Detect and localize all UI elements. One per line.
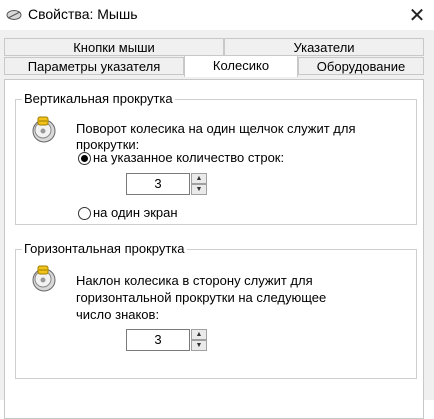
radio-one-screen[interactable] — [78, 207, 91, 220]
mouse-wheel-icon — [28, 263, 58, 296]
lines-count-stepper: ▲ ▼ — [191, 173, 207, 195]
tab-label: Колесико — [212, 58, 270, 73]
close-icon: ✕ — [408, 4, 426, 27]
tab-control: Кнопки мыши Указатели Параметры указател… — [0, 30, 434, 419]
tab-label: Указатели — [293, 40, 355, 55]
horizontal-scroll-group: Горизонтальная прокрутка Наклон колесика… — [15, 241, 417, 379]
window-title: Свойства: Мышь — [28, 6, 138, 22]
tab-hardware[interactable]: Оборудование — [298, 57, 424, 75]
horizontal-scroll-caption: Горизонтальная прокрутка — [22, 241, 187, 257]
arrow-down-icon: ▼ — [195, 342, 203, 349]
tab-label: Оборудование — [316, 59, 406, 74]
option-screen-label[interactable]: на один экран — [93, 205, 178, 221]
option-lines-label[interactable]: на указанное количество строк: — [93, 150, 284, 166]
spin-up-button[interactable]: ▲ — [191, 329, 207, 340]
chars-count-stepper: ▲ ▼ — [191, 329, 207, 351]
title-bar: Свойства: Мышь ✕ — [0, 0, 434, 30]
arrow-up-icon: ▲ — [195, 175, 203, 182]
tab-label: Кнопки мыши — [73, 40, 155, 55]
vertical-scroll-group: Вертикальная прокрутка Поворот колесика … — [15, 91, 417, 225]
horizontal-description-line3: число знаков: — [76, 307, 160, 322]
arrow-down-icon: ▼ — [195, 186, 203, 193]
tab-label: Параметры указателя — [27, 59, 161, 74]
spin-up-button[interactable]: ▲ — [191, 173, 207, 184]
tab-mouse-buttons[interactable]: Кнопки мыши — [4, 38, 224, 56]
arrow-up-icon: ▲ — [195, 331, 203, 338]
horizontal-description-line1: Наклон колесика в сторону служит для — [76, 273, 313, 288]
vertical-scroll-caption: Вертикальная прокрутка — [22, 91, 175, 107]
horizontal-description-line2: горизонтальной прокрутки на следующее — [76, 290, 327, 305]
spin-down-button[interactable]: ▼ — [191, 340, 207, 351]
mouse-icon — [6, 9, 22, 24]
tab-wheel[interactable]: Колесико — [184, 55, 298, 77]
spin-down-button[interactable]: ▼ — [191, 184, 207, 195]
vertical-description: Поворот колесика на один щелчок служит д… — [76, 121, 356, 152]
lines-count-input[interactable]: 3 — [126, 173, 190, 195]
chars-count-input[interactable]: 3 — [126, 329, 190, 351]
radio-lines[interactable] — [78, 152, 91, 165]
close-button[interactable]: ✕ — [400, 0, 434, 30]
mouse-wheel-icon — [28, 114, 58, 147]
tab-pointer-options[interactable]: Параметры указателя — [4, 57, 184, 75]
wheel-settings-panel: Вертикальная прокрутка Поворот колесика … — [4, 79, 424, 419]
tab-pointers[interactable]: Указатели — [224, 38, 424, 56]
